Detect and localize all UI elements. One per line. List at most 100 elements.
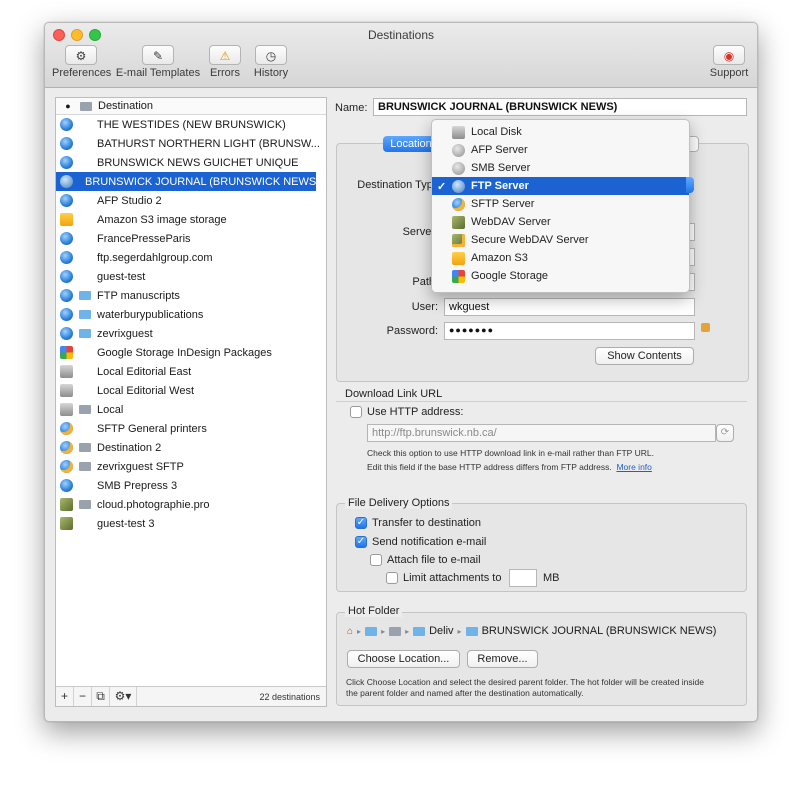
pencil-note-icon: ✎	[142, 45, 174, 65]
warning-icon: ⚠	[209, 45, 241, 65]
support-button[interactable]: ◉ Support	[709, 45, 749, 79]
list-item[interactable]: guest-test	[56, 267, 326, 286]
sftp-icon	[60, 460, 73, 473]
globe-icon	[60, 308, 73, 321]
list-item-label: waterburypublications	[97, 308, 204, 321]
list-item[interactable]: Local	[56, 400, 326, 419]
preferences-button[interactable]: ⚙ Preferences	[52, 45, 111, 79]
list-item[interactable]: FTP manuscripts	[56, 286, 326, 305]
list-item-label: FTP manuscripts	[97, 289, 180, 302]
list-item[interactable]: guest-test 3	[56, 514, 326, 533]
google-icon	[452, 269, 465, 283]
list-item[interactable]: zevrixguest SFTP	[56, 457, 326, 476]
list-item[interactable]: Local Editorial East	[56, 362, 326, 381]
globe-icon	[60, 232, 73, 245]
menu-item-smb[interactable]: SMB Server	[432, 159, 689, 177]
menu-item-amazon-s3[interactable]: Amazon S3	[432, 249, 689, 267]
list-item[interactable]: BRUNSWICK NEWS GUICHET UNIQUE	[56, 153, 326, 172]
sftp-icon	[452, 197, 465, 211]
list-item-label: THE WESTIDES (NEW BRUNSWICK)	[97, 118, 286, 131]
menu-item-webdav[interactable]: WebDAV Server	[432, 213, 689, 231]
list-item-label: FrancePresseParis	[97, 232, 191, 245]
menu-item-sftp[interactable]: SFTP Server	[432, 195, 689, 213]
choose-location-button[interactable]: Choose Location...	[347, 650, 460, 668]
destinations-list[interactable]: ● Destination THE WESTIDES (NEW BRUNSWIC…	[55, 97, 327, 707]
http-address-field[interactable]: http://ftp.brunswick.nb.ca/	[367, 424, 716, 442]
list-item[interactable]: Destination 2	[56, 438, 326, 457]
globe-icon	[60, 479, 73, 492]
list-item[interactable]: BATHURST NORTHERN LIGHT (BRUNSW...	[56, 134, 326, 153]
history-label: History	[253, 67, 289, 79]
globe-icon	[60, 194, 73, 207]
menu-item-label: Google Storage	[471, 270, 549, 282]
list-item-selected[interactable]: BRUNSWICK JOURNAL (BRUNSWICK NEWS)	[56, 172, 320, 191]
list-item[interactable]: THE WESTIDES (NEW BRUNSWICK)	[56, 115, 326, 134]
folder-icon	[79, 310, 91, 319]
menu-item-secure-webdav[interactable]: Secure WebDAV Server	[432, 231, 689, 249]
list-item[interactable]: FrancePresseParis	[56, 229, 326, 248]
list-item[interactable]: AFP Studio 2	[56, 191, 326, 210]
menu-item-google-storage[interactable]: Google Storage	[432, 267, 689, 285]
password-field[interactable]: ●●●●●●●	[444, 322, 695, 340]
folder-icon	[365, 626, 378, 636]
path-label: Path	[412, 276, 435, 288]
list-item[interactable]: Amazon S3 image storage	[56, 210, 326, 229]
list-item-label: Google Storage InDesign Packages	[97, 346, 272, 359]
home-icon: ⌂	[347, 625, 354, 637]
destination-type-menu[interactable]: Local Disk AFP Server SMB Server ✓ FTP Se…	[431, 119, 690, 293]
clock-icon: ◷	[255, 45, 287, 65]
errors-label: Errors	[210, 67, 240, 79]
globe-icon	[60, 137, 73, 150]
menu-item-afp[interactable]: AFP Server	[432, 141, 689, 159]
popup-button-arrow[interactable]	[686, 177, 694, 193]
refresh-icon[interactable]: ⟳	[716, 424, 734, 442]
list-item-label: Local	[97, 403, 124, 416]
errors-button[interactable]: ⚠ Errors	[205, 45, 245, 79]
history-button[interactable]: ◷ History	[250, 45, 292, 79]
menu-item-local-disk[interactable]: Local Disk	[432, 123, 689, 141]
list-item[interactable]: cloud.photographie.pro	[56, 495, 326, 514]
menu-item-label: Local Disk	[471, 126, 522, 138]
list-item[interactable]: SFTP General printers	[56, 419, 326, 438]
list-item[interactable]: ftp.segerdahlgroup.com	[56, 248, 326, 267]
name-label: Name:	[335, 102, 368, 114]
list-item-label: Local Editorial East	[97, 365, 192, 378]
webdav-icon	[60, 498, 73, 511]
list-item[interactable]: SMB Prepress 3	[56, 476, 326, 495]
list-item-label: ftp.segerdahlgroup.com	[97, 251, 213, 264]
list-item[interactable]: Local Editorial West	[56, 381, 326, 400]
notify-checkbox[interactable]: ✓	[355, 536, 367, 548]
attach-checkbox[interactable]	[370, 554, 382, 566]
list-item[interactable]: zevrixguest	[56, 324, 326, 343]
limit-checkbox[interactable]	[386, 572, 398, 584]
google-icon	[60, 346, 73, 359]
email-templates-button[interactable]: ✎ E-mail Templates	[115, 45, 201, 79]
server-icon	[389, 626, 402, 636]
menu-item-ftp[interactable]: ✓ FTP Server	[432, 177, 689, 195]
transfer-checkbox[interactable]: ✓	[355, 517, 367, 529]
remove-button[interactable]: Remove...	[467, 650, 538, 668]
list-item-label: guest-test 3	[97, 517, 155, 530]
actions-menu-button[interactable]: ⚙▾	[110, 687, 137, 706]
name-field[interactable]: BRUNSWICK JOURNAL (BRUNSWICK NEWS)	[373, 98, 747, 116]
limit-size-field[interactable]	[509, 569, 537, 587]
show-contents-button[interactable]: Show Contents	[595, 347, 694, 365]
list-item-label: BRUNSWICK NEWS GUICHET UNIQUE	[97, 156, 299, 169]
smb-icon	[452, 161, 465, 175]
disk-icon	[60, 384, 73, 397]
globe-icon	[60, 289, 73, 302]
add-destination-button[interactable]: +	[56, 687, 74, 706]
user-field[interactable]: wkguest	[444, 298, 695, 316]
duplicate-destination-button[interactable]: ⧉	[92, 687, 110, 706]
folder-icon	[79, 329, 91, 338]
list-item[interactable]: Google Storage InDesign Packages	[56, 343, 326, 362]
use-http-checkbox[interactable]	[350, 406, 362, 418]
menu-item-label: AFP Server	[471, 144, 528, 156]
remove-destination-button[interactable]: −	[74, 687, 92, 706]
list-header[interactable]: ● Destination	[56, 98, 326, 115]
hot-folder-path[interactable]: ⌂ ▸ ▸ ▸ Deliv ▸ BRUNSWICK JOURNAL (BRUNS…	[347, 625, 716, 637]
more-info-link[interactable]: More info	[616, 462, 651, 472]
list-item[interactable]: waterburypublications	[56, 305, 326, 324]
password-label: Password:	[386, 325, 438, 337]
folder-icon	[79, 405, 91, 414]
